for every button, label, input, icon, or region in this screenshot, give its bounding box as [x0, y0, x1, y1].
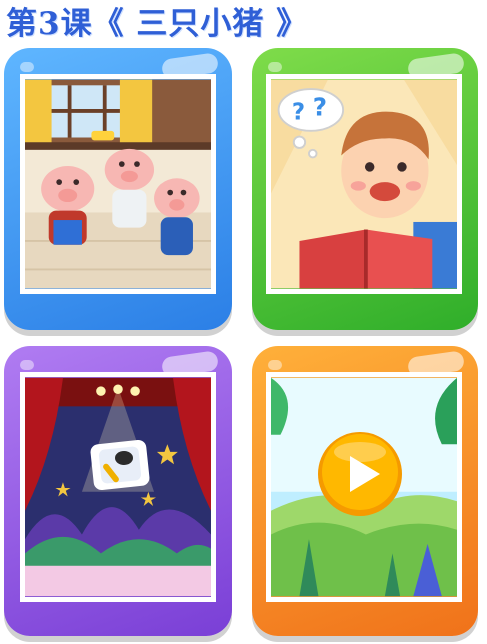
reading-boy-card[interactable]: ? ? [252, 48, 478, 330]
card-gloss [268, 360, 282, 370]
stage-microphone-card[interactable] [4, 346, 232, 636]
card-gloss [20, 62, 34, 72]
microphone-icon[interactable] [88, 438, 152, 492]
play-video-card[interactable] [252, 346, 478, 636]
svg-text:?: ? [292, 99, 305, 125]
play-icon [318, 432, 402, 516]
boy-reading-book-illustration: ? ? [266, 74, 462, 294]
story-pigs-card[interactable] [4, 48, 232, 330]
three-pigs-illustration [20, 74, 216, 294]
play-button[interactable] [316, 430, 404, 518]
card-gloss [268, 62, 282, 72]
page-title: 第3课《 三只小猪 》 [6, 6, 309, 42]
card-gloss [20, 360, 34, 370]
svg-text:?: ? [313, 93, 327, 122]
